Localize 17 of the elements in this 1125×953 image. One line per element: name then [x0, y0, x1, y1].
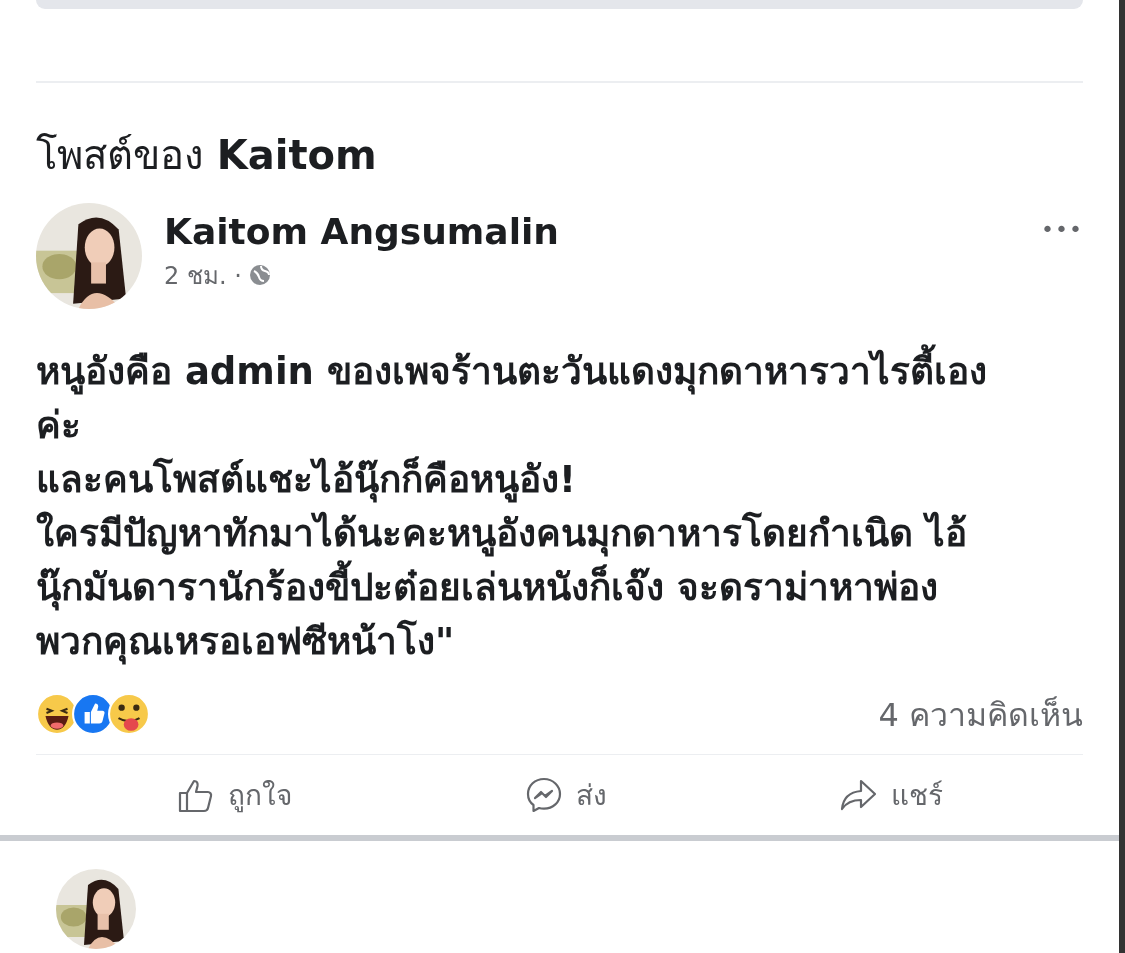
- more-options-button[interactable]: •••: [1041, 210, 1083, 248]
- tongue-emoji-icon: [108, 693, 150, 736]
- share-button[interactable]: แชร์: [833, 772, 949, 818]
- post-text: ค่ะ: [36, 402, 82, 449]
- post-text: นุ๊กมันดารานักร้องขี้ปะต๋อยเล่นหนังก็เจ๊ง จะดราม่าหาพ่อง: [36, 560, 1083, 615]
- globe-icon: [247, 263, 272, 288]
- comment-count[interactable]: 4 ความคิดเห็น: [878, 688, 1083, 740]
- messenger-icon: [524, 775, 564, 815]
- post-text: และคนโพสต์แชะไอ้นุ๊กก็คือหนูอัง!: [36, 455, 577, 505]
- author-name[interactable]: Kaitom Angsumalin: [164, 210, 1020, 252]
- post-text: ใครมีปัญหาทักมาได้นะคะหนูอังคนมุกดาหารโดยกำเนิด ไอ้: [36, 510, 968, 559]
- section-title: โพสต์ของ Kaitom: [35, 130, 378, 179]
- like-button[interactable]: ถูกใจ: [170, 772, 298, 818]
- send-button[interactable]: ส่ง: [518, 772, 613, 818]
- post-text: หนูอังคือ admin ของเพจร้านตะวันแดงมุกดาหารวาไรตี้เอง: [36, 344, 1083, 399]
- post-text: พวกคุณเหรอเอฟซีหน้าโง": [36, 618, 456, 667]
- post-time[interactable]: 2 ชม. ·: [164, 255, 242, 295]
